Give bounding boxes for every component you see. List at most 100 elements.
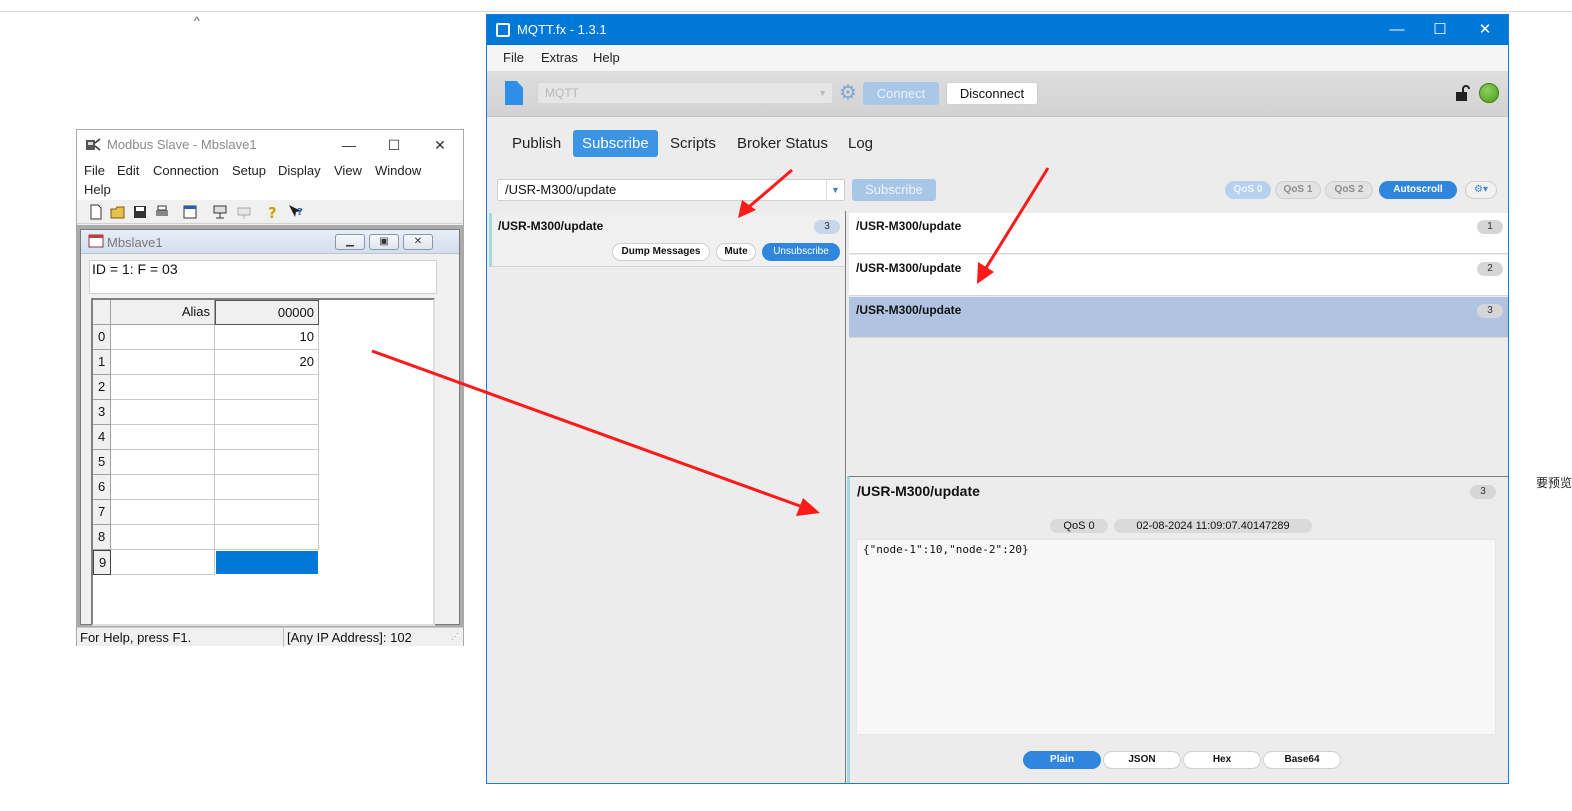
collapse-caret-icon[interactable]: ^ bbox=[194, 14, 200, 28]
disconnect-button[interactable]: Disconnect bbox=[946, 82, 1038, 105]
register-value-cell[interactable] bbox=[215, 375, 319, 400]
new-file-icon[interactable] bbox=[87, 203, 105, 221]
chevron-down-icon[interactable]: ▼ bbox=[826, 180, 844, 200]
qos2-toggle[interactable]: QoS 2 bbox=[1325, 181, 1373, 199]
child-close-button[interactable]: ✕ bbox=[403, 234, 433, 250]
menu-help[interactable]: Help bbox=[84, 182, 111, 197]
menu-view[interactable]: View bbox=[334, 163, 362, 178]
register-value-cell[interactable] bbox=[215, 400, 319, 425]
row-header[interactable]: 2 bbox=[93, 375, 111, 400]
minimize-button[interactable]: — bbox=[334, 134, 364, 156]
register-value-cell[interactable] bbox=[215, 500, 319, 525]
message-item-1[interactable]: /USR-M300/update 1 bbox=[849, 213, 1508, 254]
minimize-button[interactable]: — bbox=[1380, 19, 1414, 41]
subscribe-button[interactable]: Subscribe bbox=[852, 179, 936, 201]
close-button[interactable]: ✕ bbox=[1468, 19, 1502, 41]
settings-dropdown-icon[interactable]: ⚙▾ bbox=[1465, 181, 1497, 199]
message-item-2[interactable]: /USR-M300/update 2 bbox=[849, 255, 1508, 296]
format-base64-button[interactable]: Base64 bbox=[1263, 751, 1341, 769]
qos1-toggle[interactable]: QoS 1 bbox=[1275, 181, 1321, 199]
unsubscribe-button[interactable]: Unsubscribe bbox=[762, 243, 840, 261]
row-header[interactable]: 6 bbox=[93, 475, 111, 500]
row-header[interactable]: 5 bbox=[93, 450, 111, 475]
row-header[interactable]: 4 bbox=[93, 425, 111, 450]
register-value-cell[interactable]: 20 bbox=[215, 350, 319, 375]
background-window-text: 要预览的文 bbox=[1536, 476, 1572, 490]
format-json-button[interactable]: JSON bbox=[1103, 751, 1181, 769]
child-restore-button[interactable]: ▣ bbox=[369, 234, 399, 250]
connect-button[interactable]: Connect bbox=[863, 82, 939, 105]
message-item-3[interactable]: /USR-M300/update 3 bbox=[849, 297, 1508, 338]
format-hex-button[interactable]: Hex bbox=[1183, 751, 1261, 769]
maximize-button[interactable]: ☐ bbox=[379, 134, 409, 156]
tab-publish[interactable]: Publish bbox=[503, 130, 570, 157]
alias-cell[interactable] bbox=[111, 550, 215, 575]
alias-cell[interactable] bbox=[111, 350, 215, 375]
alias-cell[interactable] bbox=[111, 375, 215, 400]
autoscroll-toggle[interactable]: Autoscroll bbox=[1379, 181, 1457, 199]
profile-select[interactable]: MQTT ▼ bbox=[537, 82, 833, 104]
alias-cell[interactable] bbox=[111, 500, 215, 525]
menu-window[interactable]: Window bbox=[375, 163, 421, 178]
edit-profiles-icon[interactable] bbox=[505, 81, 523, 105]
topic-input[interactable]: /USR-M300/update ▼ bbox=[497, 179, 845, 201]
alias-cell[interactable] bbox=[111, 325, 215, 350]
menu-file[interactable]: File bbox=[84, 163, 105, 178]
menu-file[interactable]: File bbox=[503, 50, 524, 65]
column-header-alias[interactable]: Alias bbox=[111, 300, 215, 325]
tab-broker-status[interactable]: Broker Status bbox=[728, 130, 837, 157]
format-plain-button[interactable]: Plain bbox=[1023, 751, 1101, 769]
svg-text:?: ? bbox=[297, 207, 303, 218]
qos0-toggle[interactable]: QoS 0 bbox=[1225, 181, 1271, 199]
register-value-cell[interactable] bbox=[215, 525, 319, 550]
subscription-entry[interactable]: /USR-M300/update 3 Dump Messages Mute Un… bbox=[489, 213, 845, 267]
toolbar: ? ? bbox=[77, 200, 463, 224]
tab-log[interactable]: Log bbox=[839, 130, 882, 157]
alias-cell[interactable] bbox=[111, 525, 215, 550]
context-help-icon[interactable]: ? bbox=[287, 203, 305, 221]
menu-connection[interactable]: Connection bbox=[153, 163, 219, 178]
menu-extras[interactable]: Extras bbox=[541, 50, 578, 65]
payload-text[interactable]: {"node-1":10,"node-2":20} bbox=[856, 539, 1496, 735]
menu-display[interactable]: Display bbox=[278, 163, 321, 178]
register-value-cell[interactable] bbox=[215, 450, 319, 475]
register-value-cell[interactable]: 10 bbox=[215, 325, 319, 350]
open-folder-icon[interactable] bbox=[109, 203, 127, 221]
menu-edit[interactable]: Edit bbox=[117, 163, 139, 178]
row-header[interactable]: 7 bbox=[93, 500, 111, 525]
tab-subscribe[interactable]: Subscribe bbox=[573, 130, 658, 157]
column-header-address[interactable]: 00000 bbox=[215, 300, 319, 325]
modbus-app-icon bbox=[86, 138, 101, 151]
row-header[interactable]: 0 bbox=[93, 325, 111, 350]
row-header[interactable]: 3 bbox=[93, 400, 111, 425]
row-header[interactable]: 1 bbox=[93, 350, 111, 375]
tab-scripts[interactable]: Scripts bbox=[661, 130, 725, 157]
menu-help[interactable]: Help bbox=[593, 50, 620, 65]
alias-cell[interactable] bbox=[111, 475, 215, 500]
connect-icon[interactable] bbox=[211, 203, 229, 221]
register-grid: Alias 00000 0 10 1 20 2 3 4 5 6 7 8 9 bbox=[91, 298, 435, 626]
register-value-cell[interactable] bbox=[215, 550, 319, 575]
alias-cell[interactable] bbox=[111, 425, 215, 450]
maximize-button[interactable]: ☐ bbox=[1423, 19, 1457, 41]
disconnect-icon[interactable] bbox=[235, 203, 253, 221]
register-value-cell[interactable] bbox=[215, 425, 319, 450]
register-value-cell[interactable] bbox=[215, 475, 319, 500]
alias-cell[interactable] bbox=[111, 400, 215, 425]
row-header[interactable]: 8 bbox=[93, 525, 111, 550]
gear-icon[interactable]: ⚙ bbox=[837, 82, 859, 104]
help-icon[interactable]: ? bbox=[263, 203, 281, 221]
dump-messages-button[interactable]: Dump Messages bbox=[612, 243, 710, 261]
print-icon[interactable] bbox=[153, 203, 171, 221]
close-button[interactable]: ✕ bbox=[425, 134, 455, 156]
menu-setup[interactable]: Setup bbox=[232, 163, 266, 178]
window-icon[interactable] bbox=[181, 203, 199, 221]
mute-button[interactable]: Mute bbox=[716, 243, 756, 261]
row-header[interactable]: 9 bbox=[93, 550, 111, 575]
message-count-badge: 3 bbox=[814, 220, 840, 234]
alias-cell[interactable] bbox=[111, 450, 215, 475]
child-minimize-button[interactable]: ▁ bbox=[335, 234, 365, 250]
message-topic: /USR-M300/update bbox=[856, 219, 962, 233]
resize-grip-icon[interactable]: ⋰ bbox=[451, 632, 459, 641]
save-icon[interactable] bbox=[131, 203, 149, 221]
